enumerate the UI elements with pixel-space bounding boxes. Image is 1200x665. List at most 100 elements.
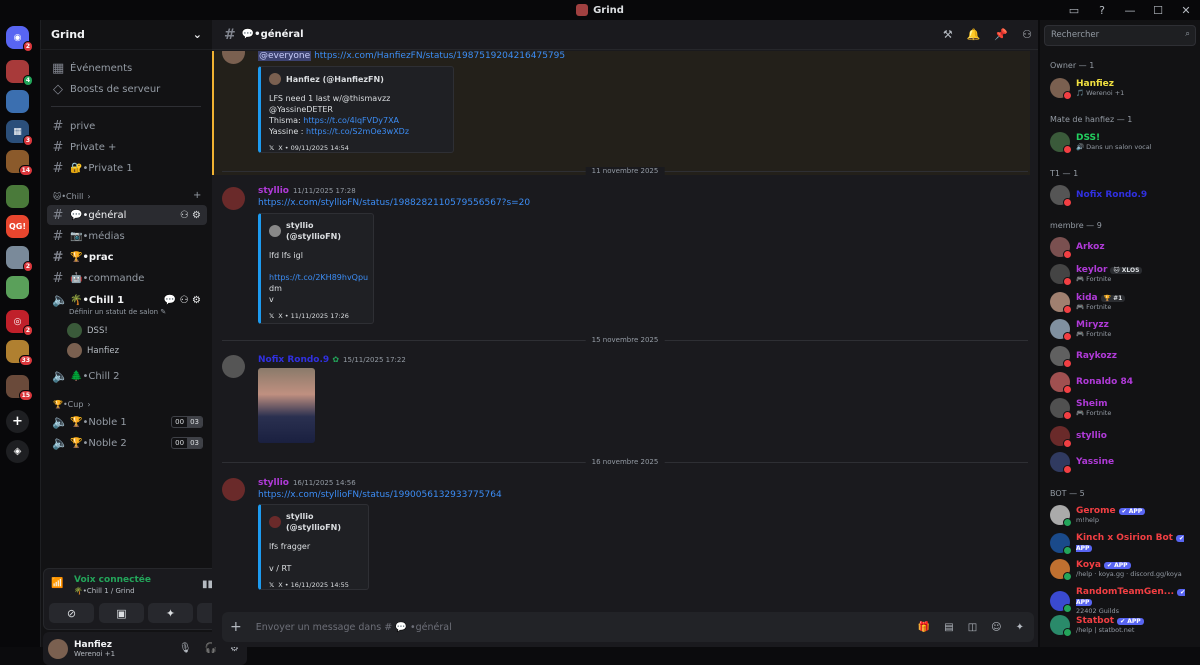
avatar bbox=[1050, 319, 1072, 341]
help-icon[interactable]: ? bbox=[1088, 4, 1116, 17]
server-icon[interactable]: ▦ 3 bbox=[6, 120, 33, 146]
emoji-icon[interactable]: ☺ bbox=[991, 622, 1001, 633]
voice-channel-name[interactable]: 🌴•Chill 1 / Grind bbox=[74, 587, 135, 595]
search-input[interactable]: Rechercher ⌕ bbox=[1044, 25, 1196, 46]
channel-prac[interactable]: # 🏆•prac bbox=[47, 247, 207, 267]
avatar[interactable] bbox=[222, 355, 245, 378]
channel-general[interactable]: # 💬•général ⚇ ⚙ bbox=[47, 205, 207, 225]
member-item[interactable]: RandomTeamGen... ✔ APP 22402 Guilds bbox=[1050, 587, 1200, 615]
message-input[interactable]: Envoyer un message dans # 💬 •général bbox=[256, 622, 452, 633]
inbox-icon[interactable]: ▭ bbox=[1060, 4, 1088, 17]
speaker-icon: 🔈 bbox=[52, 368, 69, 384]
boosts-link[interactable]: ◇ Boosts de serveur bbox=[47, 79, 207, 99]
members-icon[interactable]: ⚇ bbox=[1022, 28, 1032, 41]
member-item[interactable]: Kinch x Osirion Bot ✔ APP bbox=[1050, 533, 1200, 555]
category-chill[interactable]: 🐱•Chill › bbox=[53, 192, 91, 201]
voice-status-text[interactable]: Voix connectée bbox=[74, 575, 151, 585]
bell-icon[interactable]: 🔔 bbox=[967, 28, 981, 41]
minimize-button[interactable]: — bbox=[1116, 4, 1144, 17]
voice-user[interactable]: DSS! bbox=[67, 323, 108, 338]
channel-commande[interactable]: # 🤖•commande bbox=[47, 268, 207, 288]
channel-medias[interactable]: # 📷•médias bbox=[47, 226, 207, 246]
server-icon[interactable]: 2 bbox=[6, 246, 33, 272]
add-channel-icon[interactable]: + bbox=[193, 190, 201, 201]
boost-icon: ◇ bbox=[53, 81, 63, 97]
notification-badge: 2 bbox=[22, 261, 33, 272]
guild-header[interactable]: Grind ⌄ bbox=[41, 20, 212, 50]
mention[interactable]: @everyone bbox=[258, 51, 312, 61]
server-icon[interactable]: QG! bbox=[6, 215, 29, 238]
voice-user[interactable]: Hanfiez bbox=[67, 343, 119, 358]
member-item[interactable]: Arkoz bbox=[1050, 237, 1200, 259]
message-link[interactable]: https://x.com/styllioFN/status/199005613… bbox=[258, 490, 502, 500]
avatar[interactable] bbox=[48, 638, 68, 659]
activities-button[interactable]: ✦ bbox=[148, 603, 193, 623]
home-button[interactable]: ◉ 2 bbox=[6, 26, 33, 52]
server-icon[interactable] bbox=[6, 90, 29, 113]
voice-status[interactable]: Définir un statut de salon ✎ bbox=[69, 308, 166, 316]
threads-icon[interactable]: ⚒ bbox=[943, 28, 953, 41]
voice-channel-noble-2[interactable]: 🔈 🏆•Noble 2 00 03 bbox=[47, 433, 207, 453]
section-header: Owner — 1 bbox=[1050, 61, 1095, 70]
window-title: Grind bbox=[593, 4, 624, 16]
gif-icon[interactable]: ▤ bbox=[944, 622, 953, 633]
pin-icon[interactable]: 📌 bbox=[994, 28, 1008, 41]
voice-channel-chill-2[interactable]: 🔈 🌲•Chill 2 bbox=[47, 366, 207, 386]
add-attachment-icon[interactable]: + bbox=[230, 619, 242, 635]
member-item[interactable]: kida 🏆 #1 🎮 Fortnite bbox=[1050, 292, 1200, 314]
member-item[interactable]: Hanfiez 🎵 Werenoi +1 bbox=[1050, 78, 1200, 100]
server-folder[interactable]: 14 bbox=[6, 150, 33, 176]
voice-channel-noble-1[interactable]: 🔈 🏆•Noble 1 00 03 bbox=[47, 412, 207, 432]
chat-icon[interactable]: 💬 ⚇ ⚙ bbox=[164, 295, 201, 306]
member-item[interactable]: Koya ✔ APP/help · koya.gg · discord.gg/ko… bbox=[1050, 559, 1200, 581]
apps-icon[interactable]: ✦ bbox=[1016, 622, 1024, 633]
server-folder[interactable]: 33 bbox=[6, 340, 33, 366]
avatar[interactable] bbox=[222, 187, 245, 210]
avatar[interactable] bbox=[222, 478, 245, 501]
events-link[interactable]: ▦ Événements bbox=[47, 58, 207, 78]
username[interactable]: Nofix Rondo.9 bbox=[258, 355, 329, 365]
screen-share-button[interactable]: ▣ bbox=[99, 603, 144, 623]
server-icon[interactable]: 15 bbox=[6, 375, 33, 401]
username[interactable]: styllio bbox=[258, 478, 289, 488]
microphone-icon[interactable]: 🎙 bbox=[179, 643, 192, 654]
member-item[interactable]: Statbot ✔ APP/help | statbot.net bbox=[1050, 615, 1200, 637]
add-server-icon[interactable]: + bbox=[6, 410, 29, 433]
avatar bbox=[269, 73, 281, 85]
sticker-icon[interactable]: ◫ bbox=[968, 622, 977, 633]
gift-icon[interactable]: 🎁 bbox=[918, 622, 930, 633]
message-link[interactable]: https://x.com/styllioFN/status/198828211… bbox=[258, 198, 530, 208]
camera-button[interactable]: ⊘ bbox=[49, 603, 94, 623]
member-item[interactable]: Gerome ✔ APP m!help bbox=[1050, 505, 1200, 527]
image-attachment[interactable] bbox=[258, 368, 315, 443]
member-item[interactable]: Ronaldo 84 bbox=[1050, 372, 1200, 394]
voice-channel-chill-1[interactable]: 🔈 🌴•Chill 1 💬 ⚇ ⚙ bbox=[47, 290, 207, 310]
member-item[interactable]: Yassine bbox=[1050, 452, 1200, 474]
avatar bbox=[269, 225, 281, 237]
signal-icon[interactable]: 📶 bbox=[51, 578, 63, 589]
username[interactable]: styllio bbox=[258, 186, 289, 196]
member-item[interactable]: DSS! 🔊 Dans un salon vocal bbox=[1050, 132, 1200, 154]
member-item[interactable]: Sheim 🎮 Fortnite bbox=[1050, 398, 1200, 420]
category-cup[interactable]: 🏆•Cup › bbox=[53, 400, 91, 409]
discover-icon[interactable]: ◈ bbox=[6, 440, 29, 463]
maximize-button[interactable]: ☐ bbox=[1144, 4, 1172, 17]
message-composer[interactable]: + Envoyer un message dans # 💬 •général 🎁… bbox=[222, 612, 1034, 642]
section-header: membre — 9 bbox=[1050, 221, 1102, 230]
channel-prive[interactable]: # prive bbox=[47, 116, 207, 136]
member-item[interactable]: Nofix Rondo.9 bbox=[1050, 185, 1200, 207]
channel-private-1[interactable]: # 🔐•Private 1 bbox=[47, 158, 207, 178]
message-link[interactable]: https://x.com/HanfiezFN/status/198751920… bbox=[314, 51, 565, 61]
server-icon[interactable]: ◎ 2 bbox=[6, 310, 33, 336]
invite-icon[interactable]: ⚇ ⚙ bbox=[180, 210, 201, 221]
server-folder[interactable] bbox=[6, 276, 29, 299]
member-item[interactable]: Miryzz 🎮 Fortnite bbox=[1050, 319, 1200, 341]
server-icon[interactable] bbox=[6, 185, 29, 208]
channel-private-plus[interactable]: # Private + bbox=[47, 137, 207, 157]
member-item[interactable]: styllio bbox=[1050, 426, 1200, 448]
close-button[interactable]: ✕ bbox=[1172, 4, 1200, 17]
member-item[interactable]: Raykozz bbox=[1050, 346, 1200, 368]
member-item[interactable]: keylor 🐱 XLOS 🎮 Fortnite bbox=[1050, 264, 1200, 286]
chevron-icon: › bbox=[87, 192, 91, 201]
server-icon[interactable]: 4 bbox=[6, 60, 33, 86]
